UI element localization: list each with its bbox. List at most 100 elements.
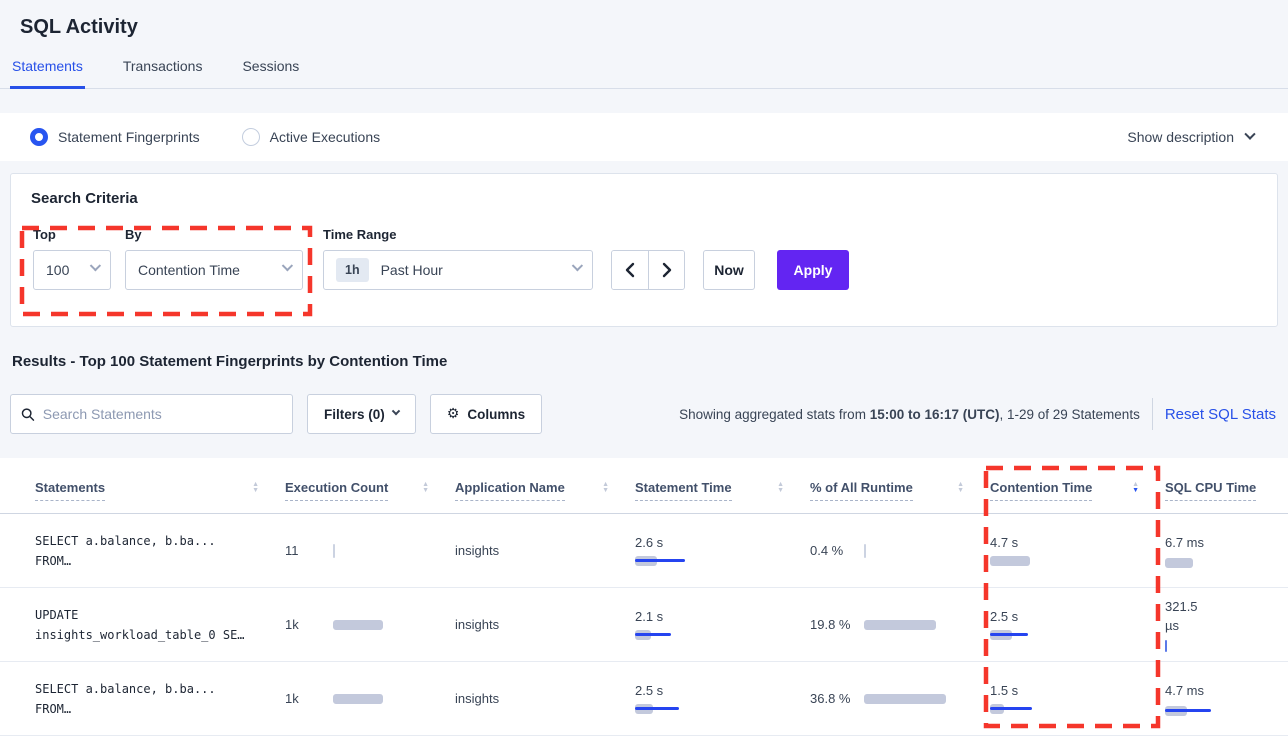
statement-time-cell: 2.1 s xyxy=(625,609,800,641)
search-criteria-title: Search Criteria xyxy=(31,190,1257,207)
metric-bar xyxy=(333,545,335,557)
statement-text-line1: SELECT a.balance, b.ba... xyxy=(35,679,259,699)
runtime-percent-value: 0.4 % xyxy=(810,541,856,560)
chevron-down-icon xyxy=(282,260,293,271)
statement-time-cell: 2.5 s xyxy=(625,683,800,715)
runtime-percent-cell: 36.8 % xyxy=(800,689,980,708)
radio-option-active-executions[interactable]: Active Executions xyxy=(242,128,381,146)
application-name-value: insights xyxy=(455,617,499,632)
now-button[interactable]: Now xyxy=(703,250,755,290)
metric-bar xyxy=(635,555,685,567)
by-select-value: Contention Time xyxy=(138,262,240,278)
application-name-cell: insights xyxy=(445,617,625,632)
tab-sessions[interactable]: Sessions xyxy=(240,47,301,89)
top-select[interactable]: 100 xyxy=(33,250,111,290)
runtime-percent-cell: 0.4 % xyxy=(800,541,980,560)
runtime-percent-value: 36.8 % xyxy=(810,689,856,708)
metric-bar xyxy=(990,703,1032,715)
showing-stats-text: Showing aggregated stats from 15:00 to 1… xyxy=(679,407,1140,422)
radio-icon[interactable] xyxy=(242,128,260,146)
tab-statements[interactable]: Statements xyxy=(10,47,85,89)
search-statements-input[interactable] xyxy=(43,406,282,422)
time-range-value: Past Hour xyxy=(381,262,443,278)
column-header-statements[interactable]: Statements ▲▼ xyxy=(0,458,275,513)
execution-count-cell: 1k xyxy=(275,617,445,632)
application-name-cell: insights xyxy=(445,543,625,558)
column-header-execution-count[interactable]: Execution Count ▲▼ xyxy=(275,458,445,513)
execution-count-cell: 1k xyxy=(275,691,445,706)
sort-icon[interactable]: ▲▼ xyxy=(765,482,784,494)
metric-bar xyxy=(333,619,383,631)
sort-icon[interactable]: ▲▼ xyxy=(1120,482,1139,494)
metric-bar xyxy=(1165,705,1211,717)
time-range-badge: 1h xyxy=(336,258,369,282)
next-time-button[interactable] xyxy=(648,251,684,289)
statement-text-line1: UPDATE xyxy=(35,605,259,625)
sql-cpu-time-value: 4.7 ms xyxy=(1165,681,1211,700)
radio-label: Active Executions xyxy=(270,129,381,145)
reset-sql-stats-link[interactable]: Reset SQL Stats xyxy=(1165,406,1278,423)
search-icon xyxy=(21,407,35,422)
radio-label: Statement Fingerprints xyxy=(58,129,200,145)
sql-cpu-time-value: 321.5 µs xyxy=(1165,597,1211,635)
column-header-statement-time[interactable]: Statement Time ▲▼ xyxy=(625,458,800,513)
metric-bar xyxy=(864,545,866,557)
statements-table: Statements ▲▼ Execution Count ▲▼ Applica… xyxy=(0,458,1288,738)
statement-fingerprint-link[interactable]: UPDATE insights_workload_table_0 SE… xyxy=(0,605,275,645)
sql-cpu-time-cell: 6.7 ms xyxy=(1155,533,1288,569)
gear-icon: ⚙ xyxy=(447,406,460,422)
sort-icon[interactable]: ▲▼ xyxy=(410,482,429,494)
statement-text-line2: insights_workload_table_0 SE… xyxy=(35,625,259,645)
metric-bar xyxy=(990,629,1028,641)
runtime-percent-value: 19.8 % xyxy=(810,615,856,634)
chevron-down-icon xyxy=(572,260,583,271)
sql-cpu-time-cell: 4.7 ms xyxy=(1155,681,1288,717)
statement-fingerprint-link[interactable]: SELECT a.balance, b.ba... FROM… xyxy=(0,531,275,571)
page-title: SQL Activity xyxy=(20,16,1268,39)
columns-button[interactable]: ⚙ Columns xyxy=(430,394,542,434)
time-range-select[interactable]: 1h Past Hour xyxy=(323,250,593,290)
columns-label: Columns xyxy=(467,407,525,422)
show-description-toggle[interactable]: Show description xyxy=(1127,129,1254,145)
application-name-value: insights xyxy=(455,691,499,706)
sort-icon[interactable]: ▲▼ xyxy=(240,482,259,494)
sort-icon[interactable]: ▲▼ xyxy=(590,482,609,494)
statement-fingerprint-link[interactable]: SELECT a.balance, b.ba... FROM… xyxy=(0,679,275,719)
tab-bar: Statements Transactions Sessions xyxy=(0,47,1288,89)
table-header-row: Statements ▲▼ Execution Count ▲▼ Applica… xyxy=(0,458,1288,514)
metric-bar xyxy=(864,693,946,705)
radio-option-statement-fingerprints[interactable]: Statement Fingerprints xyxy=(30,128,200,146)
column-header--of-all-runtime[interactable]: % of All Runtime ▲▼ xyxy=(800,458,980,513)
table-row[interactable]: UPDATE insights_workload_table_0 SE… 1k … xyxy=(0,588,1288,662)
results-toolbar: Filters (0) ⚙ Columns Showing aggregated… xyxy=(10,394,1278,434)
contention-time-cell: 1.5 s xyxy=(980,683,1155,715)
sort-icon[interactable]: ▲▼ xyxy=(945,482,964,494)
execution-count-value: 1k xyxy=(285,691,325,706)
statement-time-value: 2.6 s xyxy=(635,535,784,550)
filters-button[interactable]: Filters (0) xyxy=(307,394,416,434)
by-select[interactable]: Contention Time xyxy=(125,250,303,290)
contention-time-cell: 4.7 s xyxy=(980,535,1155,567)
previous-time-button[interactable] xyxy=(612,251,648,289)
divider xyxy=(1152,398,1153,430)
column-header-sql-cpu-time[interactable]: SQL CPU Time xyxy=(1155,458,1288,513)
tab-transactions[interactable]: Transactions xyxy=(121,47,205,89)
metric-bar xyxy=(1165,557,1193,569)
metric-bar xyxy=(864,619,936,631)
search-statements-box[interactable] xyxy=(10,394,293,434)
column-header-contention-time[interactable]: Contention Time ▲▼ xyxy=(980,458,1155,513)
radio-icon[interactable] xyxy=(30,128,48,146)
statement-text-line2: FROM… xyxy=(35,551,259,571)
column-header-application-name[interactable]: Application Name ▲▼ xyxy=(445,458,625,513)
contention-time-value: 1.5 s xyxy=(990,683,1139,698)
contention-time-cell: 2.5 s xyxy=(980,609,1155,641)
top-select-value: 100 xyxy=(46,262,69,278)
apply-button[interactable]: Apply xyxy=(777,250,849,290)
contention-time-value: 2.5 s xyxy=(990,609,1139,624)
execution-count-cell: 11 xyxy=(275,543,445,558)
statement-text-line2: FROM… xyxy=(35,699,259,719)
table-row[interactable]: SELECT a.balance, b.ba... FROM… 11 insig… xyxy=(0,514,1288,588)
statement-time-cell: 2.6 s xyxy=(625,535,800,567)
table-row[interactable]: SELECT a.balance, b.ba... FROM… 1k insig… xyxy=(0,662,1288,736)
runtime-percent-cell: 19.8 % xyxy=(800,615,980,634)
